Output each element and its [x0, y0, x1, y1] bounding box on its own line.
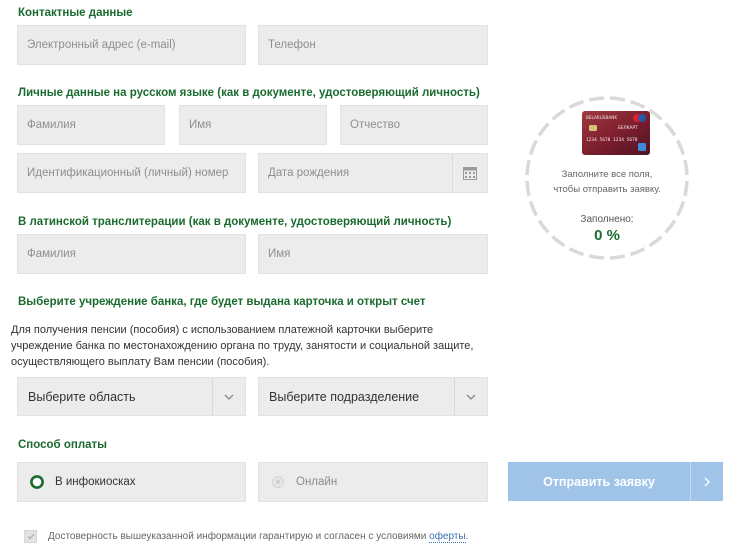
branch-dropdown-button[interactable] [454, 378, 487, 415]
progress-ring-segment [568, 99, 585, 109]
progress-ring-segment [528, 139, 538, 156]
consent-end: . [465, 531, 469, 542]
bank-title: Выберите учреждение банка, где будет выд… [18, 296, 426, 308]
card-bank-name: BELARUSBANK [586, 115, 617, 120]
region-select-value: Выберите область [28, 389, 136, 404]
progress-ring-segment [629, 247, 646, 257]
card-chip [589, 125, 597, 131]
id-number-placeholder: Идентификационный (личный) номер [27, 167, 229, 179]
card-number: 1234 5678 1234 5678 [586, 137, 638, 143]
progress-ring-segment [568, 247, 585, 257]
progress-ring-segment [588, 254, 605, 260]
submit-button[interactable]: Отправить заявку [508, 462, 723, 501]
progress-ring-segment [609, 96, 626, 102]
personal-lat-title: В латинской транслитерации (как в докуме… [18, 216, 452, 228]
contacts-title: Контактные данные [18, 7, 133, 19]
lastname-lat-placeholder: Фамилия [27, 248, 76, 260]
calendar-button[interactable] [452, 154, 487, 192]
payment-title: Способ оплаты [18, 439, 107, 451]
firstname-ru-field[interactable]: Имя [179, 105, 327, 145]
personal-ru-title: Личные данные на русском языке (как в до… [18, 87, 480, 99]
id-number-field[interactable]: Идентификационный (личный) номер [17, 153, 246, 193]
calendar-icon [463, 166, 477, 180]
checkmark-icon [27, 533, 35, 540]
progress-ring-segment [664, 122, 677, 137]
card-brand: БЕЛКАРТ [618, 125, 638, 130]
contactless-badge [638, 143, 646, 151]
progress-ring-segment [648, 108, 663, 121]
progress-ring-segment [537, 122, 550, 137]
progress-ring-segment [551, 108, 566, 121]
progress-ring-segment [676, 139, 686, 156]
progress-ring-segment [629, 99, 646, 109]
payment-option-infokiosk[interactable]: В инфокиосках [17, 462, 246, 502]
phone-placeholder: Телефон [268, 39, 316, 51]
offer-link[interactable]: оферты [429, 531, 466, 543]
firstname-ru-placeholder: Имя [189, 119, 212, 131]
patronymic-ru-field[interactable]: Отчество [340, 105, 488, 145]
birthdate-field[interactable]: Дата рождения [258, 153, 488, 193]
radio-unselected-icon [272, 476, 284, 488]
card-image: BELARUSBANK БЕЛКАРТ 1234 5678 1234 5678 [582, 111, 650, 155]
branch-select[interactable]: Выберите подразделение [258, 377, 488, 416]
chevron-down-icon [224, 394, 234, 400]
phone-field[interactable]: Телефон [258, 25, 488, 65]
email-placeholder: Электронный адрес (e-mail) [27, 39, 176, 51]
status-hint: Заполните все поля, чтобы отправить заяв… [553, 169, 661, 195]
chevron-right-icon [704, 477, 710, 486]
payment-option-online-label: Онлайн [296, 476, 338, 488]
bank-note: Для получения пенсии (пособия) с использ… [11, 324, 474, 368]
payment-option-online[interactable]: Онлайн [258, 462, 488, 502]
region-select[interactable]: Выберите область [17, 377, 246, 416]
payment-system-logo [633, 114, 646, 122]
submit-label: Отправить заявку [543, 474, 655, 489]
consent-row: Достоверность вышеуказанной информации г… [24, 530, 468, 543]
lastname-ru-placeholder: Фамилия [27, 119, 76, 131]
consent-checkbox[interactable] [24, 530, 37, 543]
submit-arrow [690, 462, 723, 501]
lastname-lat-field[interactable]: Фамилия [17, 234, 246, 274]
branch-select-value: Выберите подразделение [269, 389, 420, 404]
consent-text: Достоверность вышеуказанной информации г… [48, 531, 430, 542]
progress-ring-segment [588, 96, 605, 102]
radio-selected-icon [30, 475, 44, 489]
patronymic-ru-placeholder: Отчество [350, 119, 400, 131]
filled-value: 0 % [594, 227, 620, 244]
region-dropdown-button[interactable] [212, 378, 245, 415]
lastname-ru-field[interactable]: Фамилия [17, 105, 165, 145]
filled-label: Заполнено: [580, 214, 634, 225]
progress-ring-segment [609, 254, 626, 260]
firstname-lat-placeholder: Имя [268, 248, 291, 260]
payment-option-infokiosk-label: В инфокиосках [55, 476, 136, 488]
email-field[interactable]: Электронный адрес (e-mail) [17, 25, 246, 65]
firstname-lat-field[interactable]: Имя [258, 234, 488, 274]
chevron-down-icon [466, 394, 476, 400]
